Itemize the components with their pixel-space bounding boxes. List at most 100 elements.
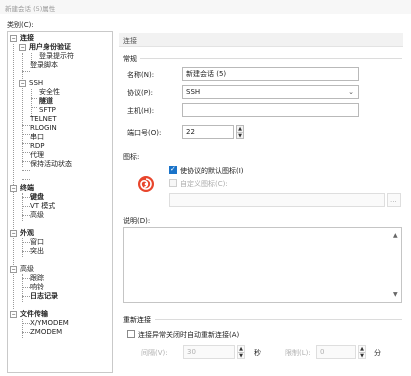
scroll-up-icon[interactable]: ▲ xyxy=(393,232,398,239)
session-logo-icon xyxy=(138,176,154,192)
expander-auth[interactable]: − xyxy=(19,44,26,51)
auto-reconnect-checkbox[interactable] xyxy=(127,330,135,338)
tree-item-telnet[interactable]: TELNET xyxy=(30,115,57,124)
tree-item-appearance[interactable]: 外观 xyxy=(20,229,34,238)
tree-line xyxy=(22,215,30,216)
tree-item-connection[interactable]: 连接 xyxy=(20,34,34,43)
tree-line xyxy=(22,143,30,144)
tree-item-user-auth[interactable]: 用户身份验证 xyxy=(29,43,71,52)
tree-line xyxy=(22,251,30,252)
tree-item-terminal-advanced[interactable]: 高级 xyxy=(30,211,44,220)
interval-unit: 秒 xyxy=(254,349,261,357)
panel-header: 连接 xyxy=(119,33,403,47)
expander-file-transfer[interactable]: − xyxy=(10,311,17,318)
expander-terminal[interactable]: − xyxy=(10,185,17,192)
protocol-label: 协议(P): xyxy=(127,89,154,97)
browse-icon-button[interactable]: ... xyxy=(387,193,401,207)
port-field[interactable]: 22 xyxy=(182,125,234,139)
tree-item-zmodem[interactable]: ZMODEM xyxy=(30,328,62,337)
expander-connection[interactable]: − xyxy=(10,35,17,42)
host-field[interactable] xyxy=(182,103,359,117)
tree-item-ssh[interactable]: SSH xyxy=(29,79,43,88)
tree-item-highlight[interactable]: 突出 xyxy=(30,247,44,256)
icon-label: 图标: xyxy=(123,153,140,161)
tree-item-tunnel[interactable]: 隧道 xyxy=(39,97,53,106)
use-default-icon-checkbox[interactable] xyxy=(169,165,177,174)
limit-stepper[interactable]: ▲ ▼ xyxy=(358,345,366,359)
tree-item-logging[interactable]: 日志记录 xyxy=(30,292,58,301)
tree-line xyxy=(31,89,32,116)
tree-item-sftp[interactable]: SFTP xyxy=(39,106,56,115)
protocol-value: SSH xyxy=(186,88,201,96)
tree-item-vt-mode[interactable]: VT 模式 xyxy=(30,202,55,211)
custom-icon-label: 自定义图标(C): xyxy=(180,180,228,188)
tree-line xyxy=(22,179,30,180)
panel-header-title: 连接 xyxy=(123,37,137,45)
spin-down-icon[interactable]: ▼ xyxy=(237,132,243,139)
tree-item-terminal[interactable]: 终端 xyxy=(20,184,34,193)
tree-item-rdp[interactable]: RDP xyxy=(30,142,44,151)
name-label: 名称(N): xyxy=(127,71,155,79)
tree-item-security[interactable]: 安全性 xyxy=(39,88,60,97)
expander-appearance[interactable]: − xyxy=(10,230,17,237)
tree-line xyxy=(22,197,30,198)
port-stepper[interactable]: ▲ ▼ xyxy=(236,125,244,139)
window-title: 新建会话 (5)属性 xyxy=(5,5,56,13)
tree-item-login-script[interactable]: 登录脚本 xyxy=(30,61,58,70)
tree-item-keyboard[interactable]: 键盘 xyxy=(30,193,44,202)
tree-line xyxy=(22,296,30,297)
description-textarea[interactable]: ▲ ▼ xyxy=(123,227,402,303)
limit-field[interactable]: 0 xyxy=(316,345,356,359)
tree-line xyxy=(31,107,37,108)
protocol-select[interactable]: SSH ⌄ xyxy=(182,85,359,99)
limit-unit: 分 xyxy=(374,349,381,357)
port-label: 端口号(O): xyxy=(127,129,162,137)
interval-label: 间隔(V): xyxy=(141,349,168,357)
tree-line xyxy=(22,332,30,333)
tree-line xyxy=(31,98,37,99)
tree-item-advanced[interactable]: 高级 xyxy=(20,265,34,274)
tree-item-bell[interactable]: 响铃 xyxy=(30,283,44,292)
tree-item-rlogin[interactable]: RLOGIN xyxy=(30,124,57,133)
tree-line xyxy=(22,278,30,279)
interval-stepper[interactable]: ▲ ▼ xyxy=(237,345,245,359)
auto-reconnect-label: 连接异常关闭时自动重新连接(A) xyxy=(138,331,240,339)
tree-line xyxy=(22,170,30,171)
tree-line xyxy=(22,71,30,72)
custom-icon-path-field[interactable] xyxy=(169,193,385,207)
chevron-down-icon: ⌄ xyxy=(348,88,354,96)
title-bar: 新建会话 (5)属性 xyxy=(0,0,411,14)
general-section-separator xyxy=(140,58,402,59)
general-section-title: 常规 xyxy=(123,55,137,63)
tree-item-serial[interactable]: 串口 xyxy=(30,133,44,142)
host-label: 主机(H): xyxy=(127,107,155,115)
spin-down-icon[interactable]: ▼ xyxy=(359,352,365,359)
description-label: 说明(D): xyxy=(123,217,151,225)
expander-advanced[interactable]: − xyxy=(10,266,17,273)
name-field[interactable]: 新建会话 (5) xyxy=(182,67,359,81)
tree-item-trace[interactable]: 跟踪 xyxy=(30,274,44,283)
tree-line xyxy=(22,134,30,135)
limit-label: 限制(L): xyxy=(285,349,311,357)
tree-item-window[interactable]: 窗口 xyxy=(30,238,44,247)
tree-item-login-prompt[interactable]: 登录提示符 xyxy=(39,52,74,61)
tree-item-xymodem[interactable]: X/YMODEM xyxy=(30,319,69,328)
tree-item-proxy[interactable]: 代理 xyxy=(30,151,44,160)
tree-line xyxy=(22,323,30,324)
custom-icon-checkbox[interactable] xyxy=(169,179,177,187)
category-tree[interactable]: − − − − − − − 连接 用户身份验证 登录提示符 登录脚本 SSH 安… xyxy=(7,31,113,373)
tree-item-file-transfer[interactable]: 文件传输 xyxy=(20,310,48,319)
tree-item-keepalive[interactable]: 保持活动状态 xyxy=(30,160,72,169)
reconnect-section-separator xyxy=(155,319,402,320)
tree-line xyxy=(22,152,30,153)
tree-line xyxy=(22,319,23,338)
interval-field[interactable]: 30 xyxy=(183,345,235,359)
spin-down-icon[interactable]: ▼ xyxy=(238,352,244,359)
expander-ssh[interactable]: − xyxy=(19,80,26,87)
use-default-icon-label: 使协议的默认图标(I) xyxy=(180,167,244,175)
tree-line xyxy=(22,125,30,126)
scroll-down-icon[interactable]: ▼ xyxy=(393,291,398,298)
tree-line xyxy=(22,287,30,288)
description-scrollbar[interactable]: ▲ ▼ xyxy=(391,228,401,302)
tree-line xyxy=(22,238,23,257)
